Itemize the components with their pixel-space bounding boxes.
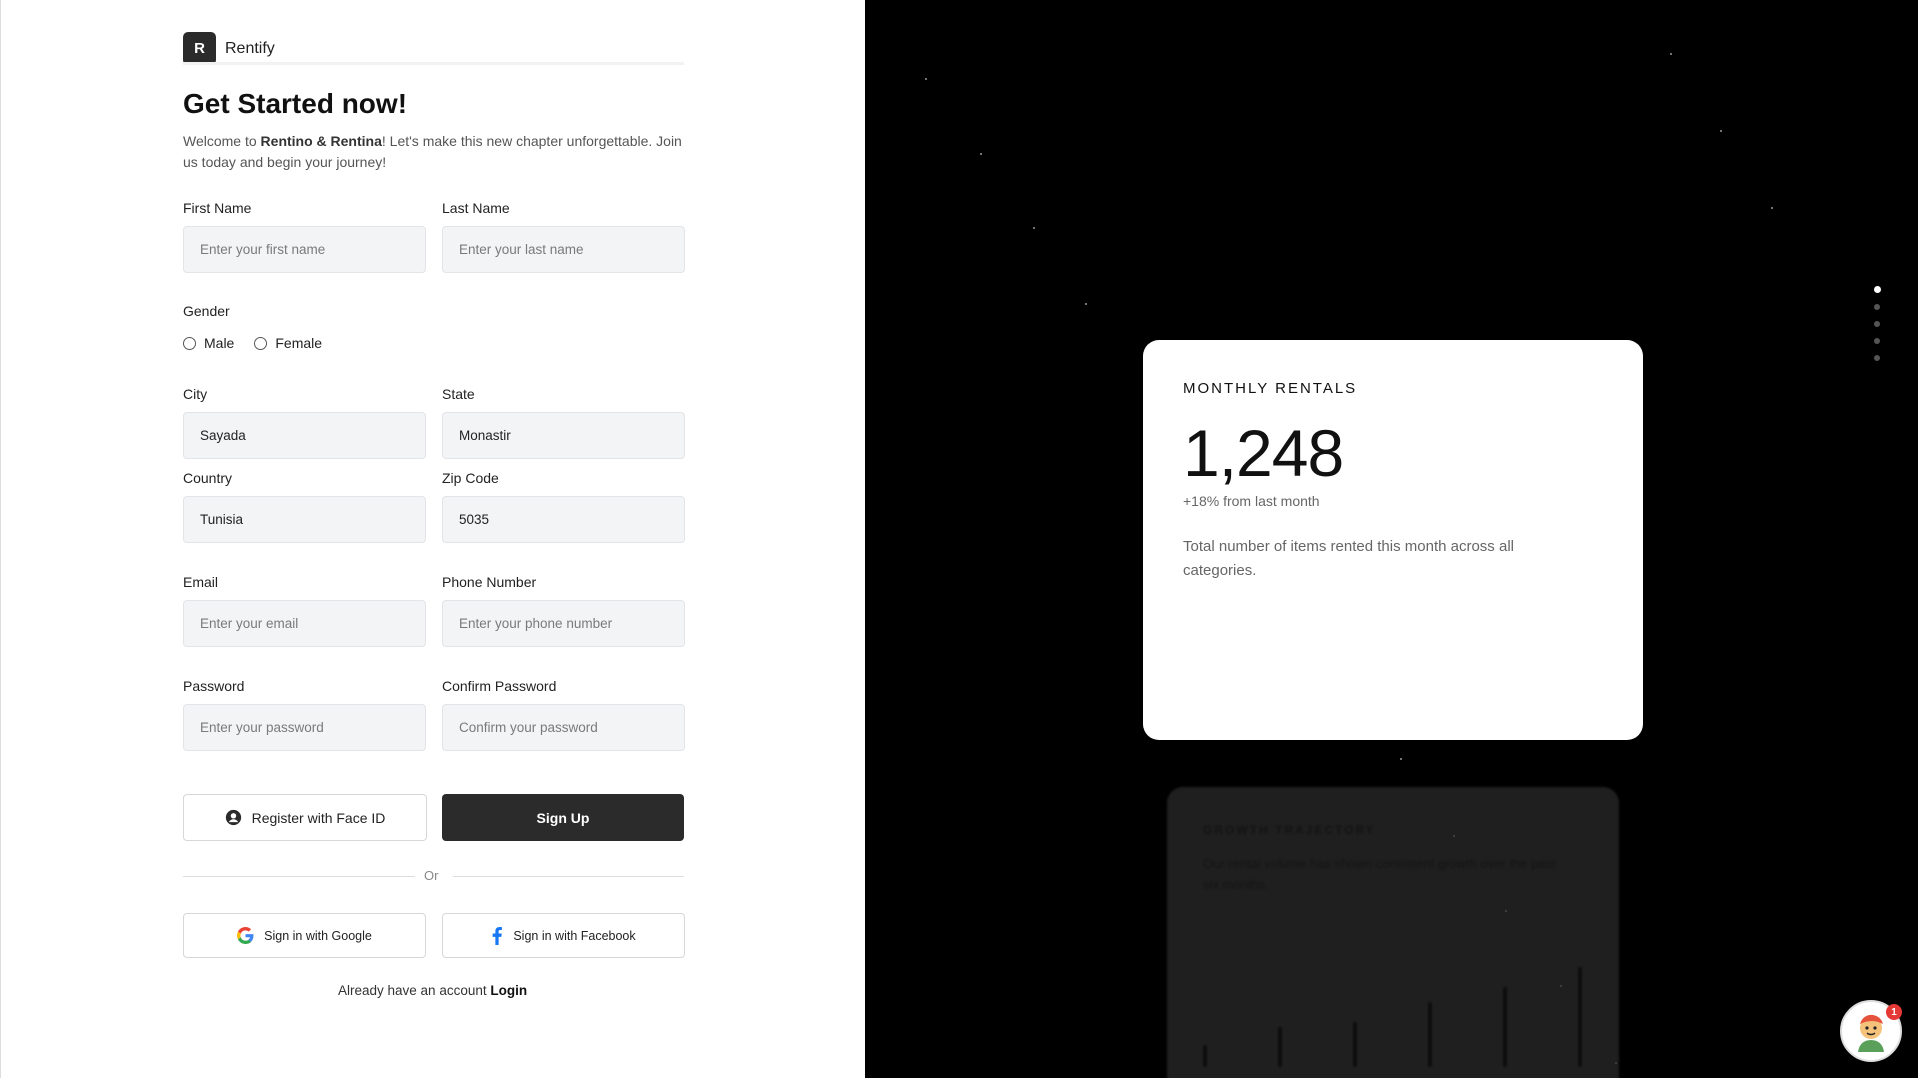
slide-dot-1[interactable] <box>1874 286 1881 293</box>
subtitle-brand: Rentino & Rentina <box>260 133 382 149</box>
chart-bar <box>1428 1002 1432 1067</box>
google-signin-button[interactable]: Sign in with Google <box>183 913 426 958</box>
ghost-card-description: Our rental volume has shown consistent g… <box>1203 856 1556 892</box>
divider-left <box>183 876 415 877</box>
last-name-input[interactable] <box>442 226 685 273</box>
first-name-label: First Name <box>183 200 252 216</box>
chart-bar <box>1503 987 1507 1067</box>
brand-name: Rentify <box>225 39 275 57</box>
star-decoration <box>1720 130 1722 132</box>
register-face-id-button[interactable]: Register with Face ID <box>183 794 427 841</box>
star-decoration <box>980 153 982 155</box>
login-prompt-text: Already have an account <box>338 983 487 998</box>
subtitle-prefix: Welcome to <box>183 133 261 149</box>
card-description: Total number of items rented this month … <box>1183 538 1514 579</box>
star-decoration <box>1670 53 1672 55</box>
zip-code-input[interactable] <box>442 496 685 543</box>
slide-dot-2[interactable] <box>1874 304 1880 310</box>
login-prompt: Already have an account Login <box>338 983 527 998</box>
gender-label: Gender <box>183 303 230 319</box>
card-value: 1,248 <box>1183 416 1344 490</box>
monthly-rentals-card: MONTHLY RENTALS 1,248 +18% from last mon… <box>1143 340 1643 740</box>
assistant-chat-button[interactable]: 1 <box>1840 1000 1902 1062</box>
gender-female-radio[interactable]: Female <box>254 335 322 351</box>
signup-panel: R Rentify Get Started now! Welcome to Re… <box>0 0 865 1078</box>
chart-bar <box>1203 1045 1207 1067</box>
city-label: City <box>183 386 208 402</box>
page-subtitle: Welcome to Rentino & Rentina! Let's make… <box>183 131 683 173</box>
confirm-password-input[interactable] <box>442 704 685 751</box>
gender-female-label: Female <box>275 335 323 351</box>
divider-right <box>453 876 684 877</box>
phone-input[interactable] <box>442 600 685 647</box>
star-decoration <box>1400 758 1402 760</box>
gender-options: Male Female <box>183 335 322 351</box>
slide-dot-5[interactable] <box>1874 355 1880 361</box>
state-label: State <box>442 386 475 402</box>
phone-label: Phone Number <box>442 574 537 590</box>
card-eyebrow: MONTHLY RENTALS <box>1183 380 1358 397</box>
confirm-password-label: Confirm Password <box>442 678 557 694</box>
ghost-card-eyebrow: GROWTH TRAJECTORY <box>1203 823 1376 837</box>
star-decoration <box>1033 227 1035 229</box>
growth-trajectory-card: GROWTH TRAJECTORY Our rental volume has … <box>1167 787 1619 1078</box>
password-input[interactable] <box>183 704 426 751</box>
brand: R Rentify <box>183 32 275 65</box>
radio-circle-icon <box>254 336 268 350</box>
star-decoration <box>1771 207 1773 209</box>
last-name-label: Last Name <box>442 200 510 216</box>
header-divider <box>183 62 684 65</box>
slide-pagination <box>1874 286 1881 361</box>
password-label: Password <box>183 678 245 694</box>
chart-bar <box>1578 967 1582 1067</box>
gender-male-radio[interactable]: Male <box>183 335 234 351</box>
or-separator: Or <box>424 868 439 883</box>
sign-up-button[interactable]: Sign Up <box>442 794 684 841</box>
country-label: Country <box>183 470 233 486</box>
star-decoration <box>925 78 927 80</box>
first-name-input[interactable] <box>183 226 426 273</box>
slide-dot-4[interactable] <box>1874 338 1880 344</box>
slide-dot-3[interactable] <box>1874 321 1880 327</box>
register-face-id-label: Register with Face ID <box>251 809 386 826</box>
google-signin-label: Sign in with Google <box>264 928 372 943</box>
email-label: Email <box>183 574 219 590</box>
chart-bar <box>1278 1027 1282 1067</box>
email-input[interactable] <box>183 600 426 647</box>
city-input[interactable] <box>183 412 426 459</box>
showcase-panel: MONTHLY RENTALS 1,248 +18% from last mon… <box>865 0 1918 1078</box>
state-input[interactable] <box>442 412 685 459</box>
chart-bar <box>1353 1022 1357 1067</box>
user-circle-icon <box>225 809 241 826</box>
page-title: Get Started now! <box>183 88 408 119</box>
google-icon <box>237 927 254 944</box>
zip-code-label: Zip Code <box>442 470 499 486</box>
facebook-signin-label: Sign in with Facebook <box>513 928 636 943</box>
country-input[interactable] <box>183 496 426 543</box>
login-link[interactable]: Login <box>490 983 527 998</box>
radio-circle-icon <box>183 336 196 350</box>
facebook-icon <box>493 926 503 945</box>
brand-logo: R <box>183 32 216 65</box>
notification-badge: 1 <box>1886 1004 1902 1020</box>
gender-male-label: Male <box>204 335 235 351</box>
facebook-signin-button[interactable]: Sign in with Facebook <box>442 913 685 958</box>
card-change: +18% from last month <box>1183 493 1320 509</box>
star-decoration <box>1085 303 1087 305</box>
